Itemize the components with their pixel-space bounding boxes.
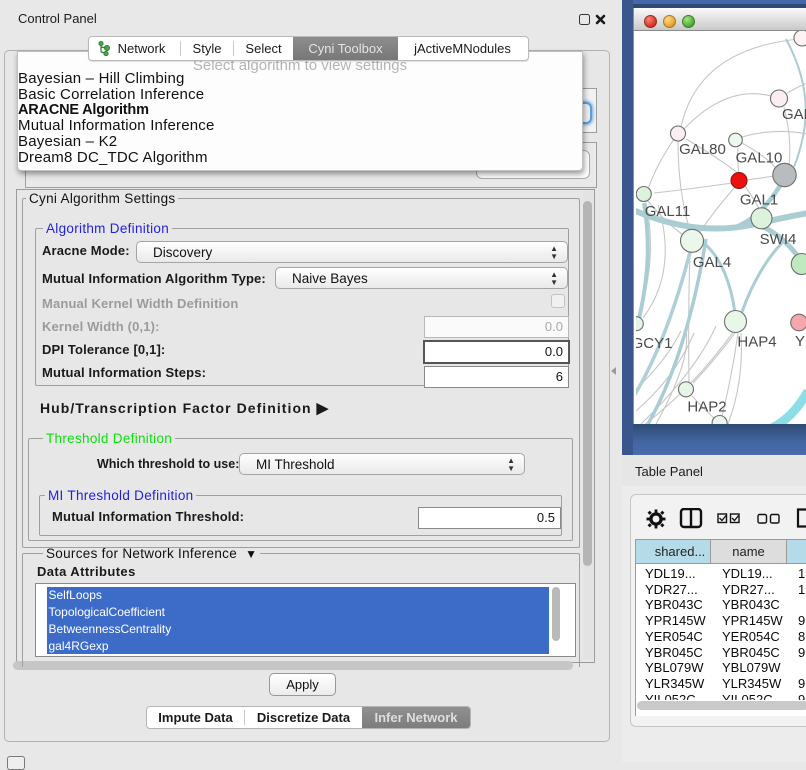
svg-text:HAP2: HAP2 xyxy=(687,399,726,416)
svg-text:SWI4: SWI4 xyxy=(760,231,797,248)
svg-text:GAL1: GAL1 xyxy=(740,191,778,208)
svg-text:GAL4: GAL4 xyxy=(693,254,731,271)
svg-text:GAL80: GAL80 xyxy=(679,141,726,158)
svg-text:GAL10: GAL10 xyxy=(736,150,783,167)
svg-text:GAL11: GAL11 xyxy=(645,203,691,220)
svg-text:GCY1: GCY1 xyxy=(636,335,672,352)
svg-text:Y: Y xyxy=(795,333,805,350)
svg-text:GAL2: GAL2 xyxy=(782,106,806,123)
svg-text:HAP4: HAP4 xyxy=(737,334,776,351)
